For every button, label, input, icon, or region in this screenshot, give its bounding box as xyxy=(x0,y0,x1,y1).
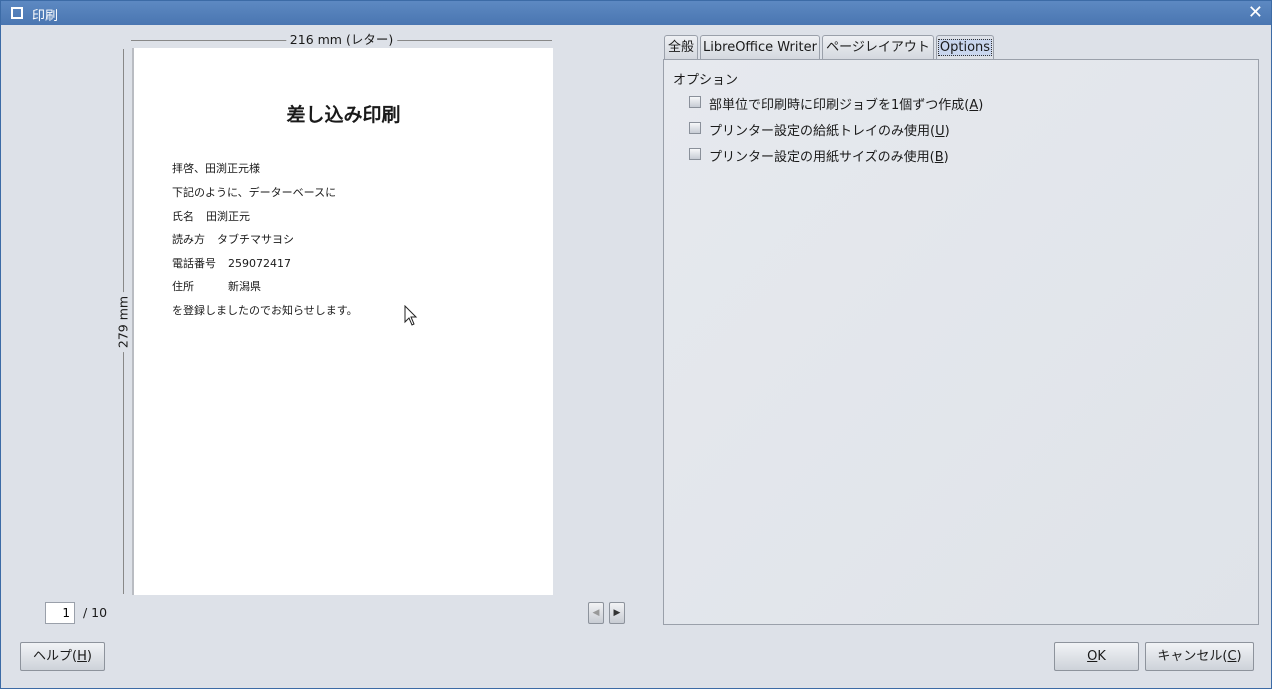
previous-page-button[interactable]: ◀ xyxy=(588,602,604,624)
chevron-left-icon: ◀ xyxy=(592,608,600,618)
close-icon[interactable]: ✕ xyxy=(1248,3,1263,23)
window-title: 印刷 xyxy=(32,9,59,24)
chevron-right-icon: ▶ xyxy=(613,608,621,618)
paper-size-label: プリンター設定の用紙サイズのみ使用(B) xyxy=(709,150,949,165)
tab-libreoffice-writer[interactable]: LibreOffice Writer xyxy=(700,35,820,60)
page-height-ruler: 279 mm xyxy=(115,49,131,594)
name-line: 氏名 田渕正元 xyxy=(172,210,250,223)
closing-line: を登録しましたのでお知らせします。 xyxy=(172,304,358,317)
print-dialog: 印刷 ✕ 216 mm (レター) 279 mm 差し込み印刷 拝啓、田渕正元様… xyxy=(0,0,1272,689)
tab-options[interactable]: Options xyxy=(936,35,994,60)
cancel-button[interactable]: キャンセル(C) xyxy=(1145,642,1254,671)
collate-jobs-checkbox[interactable] xyxy=(689,96,701,108)
address-line: 住所 新潟県 xyxy=(172,280,261,293)
options-panel: オプション 部単位で印刷時に印刷ジョブを1個ずつ作成(A) プリンター設定の給紙… xyxy=(663,59,1259,625)
paper-size-checkbox[interactable] xyxy=(689,148,701,160)
printer-tray-checkbox[interactable] xyxy=(689,122,701,134)
mouse-pointer-icon xyxy=(404,305,418,326)
tab-page-layout[interactable]: ページレイアウト xyxy=(822,35,934,60)
greeting-line: 拝啓、田渕正元様 xyxy=(172,162,260,175)
intro-line: 下記のように、データーベースに xyxy=(172,186,337,199)
page-width-label: 216 mm (レター) xyxy=(285,33,398,47)
next-page-button[interactable]: ▶ xyxy=(609,602,625,624)
phone-line: 電話番号 259072417 xyxy=(172,257,291,270)
reading-line: 読み方 タブチマサヨシ xyxy=(172,233,294,246)
options-group-label: オプション xyxy=(673,73,739,88)
help-button[interactable]: ヘルプ(H) xyxy=(20,642,105,671)
window-menu-icon[interactable] xyxy=(11,7,23,19)
print-preview-page: 差し込み印刷 拝啓、田渕正元様 下記のように、データーベースに 氏名 田渕正元 読… xyxy=(132,48,553,595)
ok-button[interactable]: OK xyxy=(1054,642,1139,671)
collate-jobs-label: 部単位で印刷時に印刷ジョブを1個ずつ作成(A) xyxy=(709,98,984,113)
tab-general[interactable]: 全般 xyxy=(664,35,698,60)
document-title: 差し込み印刷 xyxy=(286,104,401,126)
page-total-label: / 10 xyxy=(83,605,108,620)
page-height-label: 279 mm xyxy=(115,291,131,352)
page-width-ruler: 216 mm (レター) xyxy=(131,33,552,47)
title-bar: 印刷 ✕ xyxy=(1,1,1271,25)
page-number-input[interactable] xyxy=(45,602,75,624)
printer-tray-label: プリンター設定の給紙トレイのみ使用(U) xyxy=(709,124,950,139)
